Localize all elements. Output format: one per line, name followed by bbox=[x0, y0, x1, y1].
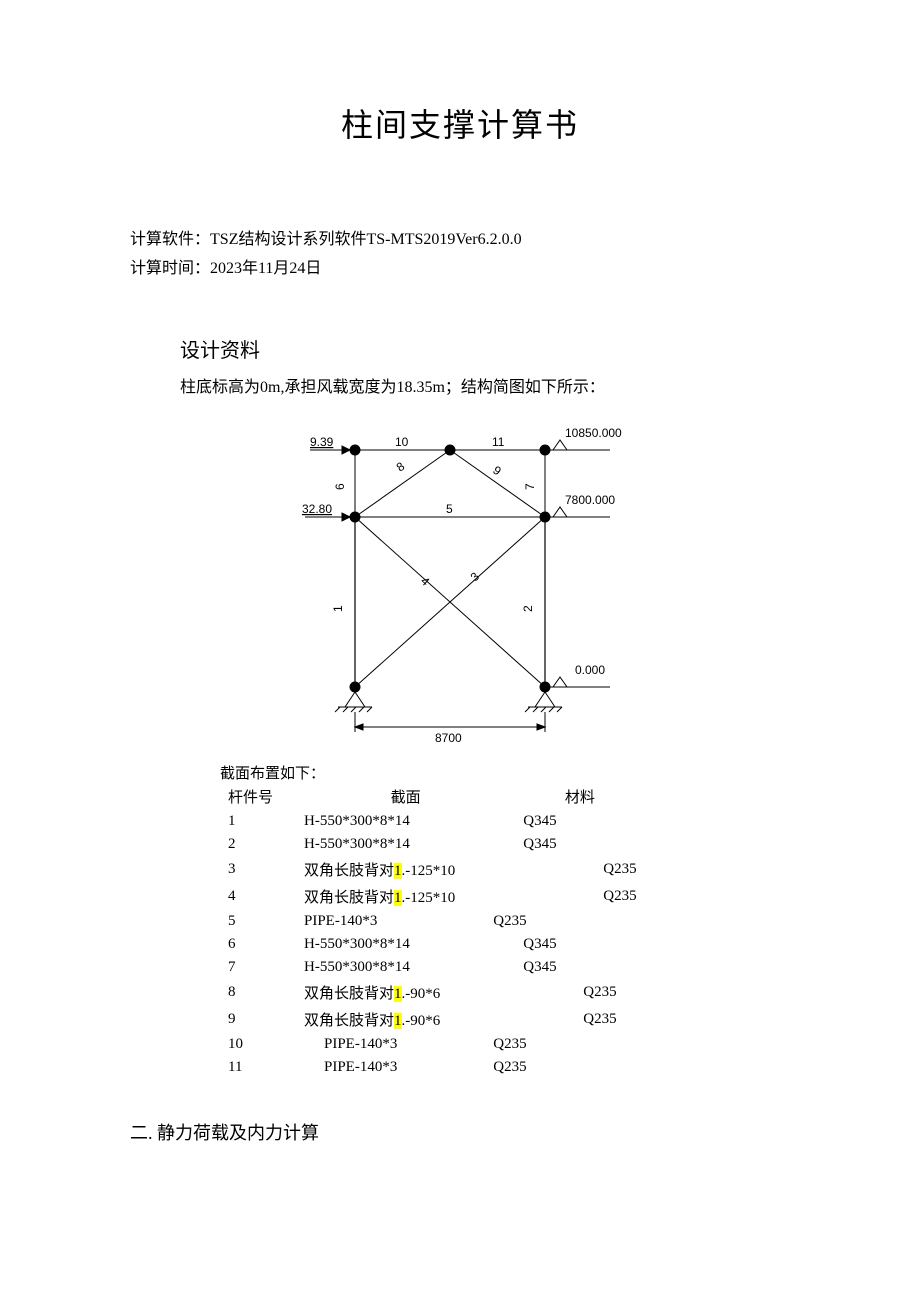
cell-member-id: 7 bbox=[220, 956, 296, 979]
cell-material: Q235 bbox=[463, 856, 644, 883]
cell-section: PIPE-140*3 bbox=[296, 910, 463, 933]
highlight: 1 bbox=[394, 890, 402, 906]
highlight: 1 bbox=[394, 986, 402, 1002]
support-left-icon bbox=[335, 682, 372, 712]
cell-member-id: 8 bbox=[220, 979, 296, 1006]
width-value: 8700 bbox=[435, 731, 462, 745]
cell-member-id: 9 bbox=[220, 1006, 296, 1033]
software-label: 计算软件： bbox=[130, 231, 210, 248]
member-1-label: 1 bbox=[331, 605, 345, 612]
highlight: 1 bbox=[394, 1013, 402, 1029]
document-page: 柱间支撑计算书 计算软件：TSZ结构设计系列软件TS-MTS2019Ver6.2… bbox=[0, 0, 920, 1205]
table-row: 7H-550*300*8*14Q345 bbox=[220, 956, 645, 979]
th-section: 截面 bbox=[296, 783, 463, 810]
cell-section: 双角长肢背对1.-90*6 bbox=[296, 979, 463, 1006]
member-5-label: 5 bbox=[446, 502, 453, 516]
elev-top-value: 10850.000 bbox=[565, 426, 622, 440]
table-row: 10PIPE-140*3Q235 bbox=[220, 1033, 645, 1056]
cell-section: H-550*300*8*14 bbox=[296, 956, 463, 979]
cell-section: 双角长肢背对1.-125*10 bbox=[296, 883, 463, 910]
time-line: 计算时间：2023年11月24日 bbox=[130, 255, 790, 284]
table-row: 3双角长肢背对1.-125*10Q235 bbox=[220, 856, 645, 883]
table-header-row: 杆件号 截面 材料 bbox=[220, 783, 645, 810]
member-6-label: 6 bbox=[333, 483, 347, 490]
cell-material: Q345 bbox=[463, 956, 644, 979]
cell-member-id: 11 bbox=[220, 1056, 296, 1079]
cell-section: H-550*300*8*14 bbox=[296, 933, 463, 956]
th-id: 杆件号 bbox=[220, 783, 296, 810]
member-3-label: 3 bbox=[468, 569, 483, 584]
cell-member-id: 4 bbox=[220, 883, 296, 910]
software-line: 计算软件：TSZ结构设计系列软件TS-MTS2019Ver6.2.0.0 bbox=[130, 226, 790, 255]
table-row: 9双角长肢背对1.-90*6Q235 bbox=[220, 1006, 645, 1033]
time-label: 计算时间： bbox=[130, 260, 210, 277]
highlight: 1 bbox=[394, 863, 402, 879]
table-row: 11PIPE-140*3Q235 bbox=[220, 1056, 645, 1079]
member-11-label: 11 bbox=[492, 435, 505, 449]
cell-material: Q345 bbox=[463, 933, 644, 956]
table-caption: 截面布置如下： bbox=[220, 762, 790, 783]
cell-member-id: 1 bbox=[220, 810, 296, 833]
cell-member-id: 2 bbox=[220, 833, 296, 856]
cell-material: Q235 bbox=[463, 979, 644, 1006]
elev-top-marker-icon bbox=[545, 440, 610, 450]
table-row: 5PIPE-140*3Q235 bbox=[220, 910, 645, 933]
cell-section: PIPE-140*3 bbox=[296, 1033, 463, 1056]
cell-material: Q345 bbox=[463, 810, 644, 833]
elev-bot-marker-icon bbox=[545, 677, 610, 687]
section2-header: 二. 静力荷载及内力计算 bbox=[130, 1119, 790, 1145]
software-value: TSZ结构设计系列软件TS-MTS2019Ver6.2.0.0 bbox=[210, 231, 522, 248]
th-material: 材料 bbox=[463, 783, 644, 810]
doc-title: 柱间支撑计算书 bbox=[130, 100, 790, 146]
section-table: 杆件号 截面 材料 1H-550*300*8*14Q3452H-550*300*… bbox=[220, 783, 645, 1079]
table-row: 2H-550*300*8*14Q345 bbox=[220, 833, 645, 856]
member-9-label: 9 bbox=[490, 463, 504, 478]
cell-material: Q235 bbox=[463, 883, 644, 910]
member-7-label: 7 bbox=[523, 483, 537, 490]
structure-diagram: 9.39 32.80 10850.000 7800.000 0.000 8700… bbox=[260, 412, 660, 752]
elev-mid-value: 7800.000 bbox=[565, 493, 615, 507]
cell-material: Q235 bbox=[463, 1033, 644, 1056]
elev-mid-marker-icon bbox=[545, 507, 610, 517]
cell-member-id: 6 bbox=[220, 933, 296, 956]
table-row: 6H-550*300*8*14Q345 bbox=[220, 933, 645, 956]
section1-header: 设计资料 bbox=[180, 334, 790, 363]
cell-material: Q235 bbox=[463, 1006, 644, 1033]
elev-bot-value: 0.000 bbox=[575, 663, 605, 677]
table-row: 8双角长肢背对1.-90*6Q235 bbox=[220, 979, 645, 1006]
cell-section: PIPE-140*3 bbox=[296, 1056, 463, 1079]
cell-member-id: 10 bbox=[220, 1033, 296, 1056]
cell-section: H-550*300*8*14 bbox=[296, 833, 463, 856]
time-value: 2023年11月24日 bbox=[210, 260, 321, 277]
intro-text: 柱底标高为0m,承担风载宽度为18.35m；结构简图如下所示： bbox=[180, 373, 790, 397]
cell-material: Q235 bbox=[463, 910, 644, 933]
member-4-label: 4 bbox=[418, 573, 433, 588]
cell-section: 双角长肢背对1.-125*10 bbox=[296, 856, 463, 883]
member-10-label: 10 bbox=[395, 435, 409, 449]
cell-material: Q345 bbox=[463, 833, 644, 856]
load-mid-value: 32.80 bbox=[302, 502, 332, 516]
cell-member-id: 3 bbox=[220, 856, 296, 883]
cell-section: H-550*300*8*14 bbox=[296, 810, 463, 833]
member-2-label: 2 bbox=[521, 605, 535, 612]
table-row: 4双角长肢背对1.-125*10Q235 bbox=[220, 883, 645, 910]
table-row: 1H-550*300*8*14Q345 bbox=[220, 810, 645, 833]
cell-section: 双角长肢背对1.-90*6 bbox=[296, 1006, 463, 1033]
cell-material: Q235 bbox=[463, 1056, 644, 1079]
cell-member-id: 5 bbox=[220, 910, 296, 933]
member-8-label: 8 bbox=[394, 459, 408, 474]
load-top-value: 9.39 bbox=[310, 435, 334, 449]
